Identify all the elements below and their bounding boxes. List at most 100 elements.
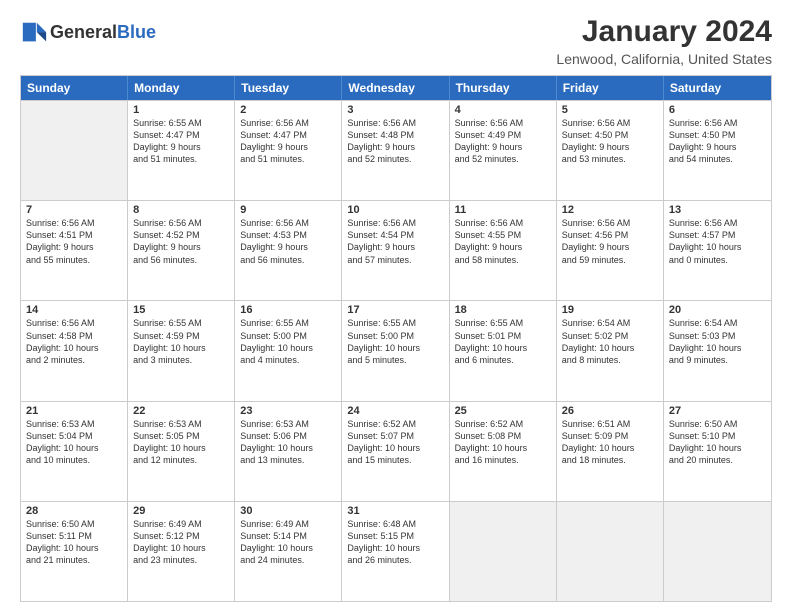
cell-line: and 24 minutes. — [240, 554, 336, 566]
cell-line: and 20 minutes. — [669, 454, 766, 466]
cell-line: Daylight: 10 hours — [240, 542, 336, 554]
cell-line: Sunrise: 6:56 AM — [562, 117, 658, 129]
day-number: 13 — [669, 204, 766, 216]
cell-line: Sunset: 4:50 PM — [562, 129, 658, 141]
cell-line: Sunset: 5:11 PM — [26, 530, 122, 542]
calendar-cell-28: 28Sunrise: 6:50 AMSunset: 5:11 PMDayligh… — [21, 502, 128, 601]
calendar-row-5: 28Sunrise: 6:50 AMSunset: 5:11 PM Dayligh… — [21, 501, 771, 601]
calendar-cell-16: 16Sunrise: 6:55 AMSunset: 5:00 PMDayligh… — [235, 301, 342, 400]
cell-line: Daylight: 10 hours — [347, 542, 443, 554]
cell-line: Sunrise: 6:51 AM — [562, 418, 658, 430]
cell-line: Sunrise: 6:56 AM — [240, 117, 336, 129]
logo-icon — [20, 19, 48, 47]
calendar-cell-26: 26Sunrise: 6:51 AMSunset: 5:09 PMDayligh… — [557, 402, 664, 501]
cell-line: and 3 minutes. — [133, 354, 229, 366]
cell-line: and 21 minutes. — [26, 554, 122, 566]
cell-line: Sunset: 5:03 PM — [669, 330, 766, 342]
day-number: 2 — [240, 104, 336, 116]
cell-line: Sunrise: 6:56 AM — [669, 217, 766, 229]
cell-line: Sunrise: 6:53 AM — [133, 418, 229, 430]
calendar-row-1: 1Sunrise: 6:55 AMSunset: 4:47 PMDaylight… — [21, 100, 771, 200]
calendar-cell-10: 10Sunrise: 6:56 AMSunset: 4:54 PMDayligh… — [342, 201, 449, 300]
day-number: 22 — [133, 405, 229, 417]
calendar-cell-empty — [664, 502, 771, 601]
cell-line: and 54 minutes. — [669, 153, 766, 165]
cell-line: Sunset: 4:56 PM — [562, 229, 658, 241]
cell-line: and 56 minutes. — [133, 254, 229, 266]
cell-line: Daylight: 10 hours — [669, 442, 766, 454]
cell-line: Sunset: 4:55 PM — [455, 229, 551, 241]
day-number: 7 — [26, 204, 122, 216]
cell-line: Daylight: 9 hours — [562, 241, 658, 253]
calendar-cell-8: 8Sunrise: 6:56 AMSunset: 4:52 PMDaylight… — [128, 201, 235, 300]
day-number: 4 — [455, 104, 551, 116]
cell-line: Daylight: 9 hours — [347, 141, 443, 153]
cell-line: Sunrise: 6:52 AM — [455, 418, 551, 430]
cell-line: Sunrise: 6:55 AM — [455, 317, 551, 329]
cell-line: Sunrise: 6:56 AM — [562, 217, 658, 229]
cell-line: Daylight: 10 hours — [133, 542, 229, 554]
cell-line: Sunrise: 6:56 AM — [347, 117, 443, 129]
calendar-header-row: SundayMondayTuesdayWednesdayThursdayFrid… — [21, 76, 771, 100]
day-number: 23 — [240, 405, 336, 417]
cell-line: Daylight: 10 hours — [455, 342, 551, 354]
calendar-cell-4: 4Sunrise: 6:56 AMSunset: 4:49 PMDaylight… — [450, 101, 557, 200]
cell-line: Sunset: 4:57 PM — [669, 229, 766, 241]
cell-line: Daylight: 9 hours — [26, 241, 122, 253]
cell-line: Sunrise: 6:56 AM — [133, 217, 229, 229]
cell-line: Sunset: 5:02 PM — [562, 330, 658, 342]
day-number: 11 — [455, 204, 551, 216]
calendar-cell-empty — [450, 502, 557, 601]
cell-line: Sunset: 4:48 PM — [347, 129, 443, 141]
cell-line: Sunrise: 6:56 AM — [455, 117, 551, 129]
cell-line: Daylight: 9 hours — [133, 241, 229, 253]
calendar-row-4: 21Sunrise: 6:53 AMSunset: 5:04 PMDayligh… — [21, 401, 771, 501]
cell-line: Sunset: 5:00 PM — [240, 330, 336, 342]
cell-line: Daylight: 10 hours — [669, 342, 766, 354]
day-number: 27 — [669, 405, 766, 417]
calendar-cell-29: 29Sunrise: 6:49 AMSunset: 5:12 PMDayligh… — [128, 502, 235, 601]
cell-line: Sunset: 4:47 PM — [240, 129, 336, 141]
day-number: 5 — [562, 104, 658, 116]
cell-line: Sunrise: 6:50 AM — [669, 418, 766, 430]
calendar-cell-19: 19Sunrise: 6:54 AMSunset: 5:02 PMDayligh… — [557, 301, 664, 400]
day-number: 26 — [562, 405, 658, 417]
cell-line: and 58 minutes. — [455, 254, 551, 266]
day-number: 9 — [240, 204, 336, 216]
day-number: 6 — [669, 104, 766, 116]
cell-line: Sunrise: 6:53 AM — [26, 418, 122, 430]
cell-line: Sunrise: 6:50 AM — [26, 518, 122, 530]
day-number: 28 — [26, 505, 122, 517]
calendar-row-2: 7Sunrise: 6:56 AMSunset: 4:51 PMDaylight… — [21, 200, 771, 300]
cell-line: and 52 minutes. — [347, 153, 443, 165]
cell-line: Sunset: 4:47 PM — [133, 129, 229, 141]
calendar-cell-3: 3Sunrise: 6:56 AMSunset: 4:48 PMDaylight… — [342, 101, 449, 200]
cell-line: and 6 minutes. — [455, 354, 551, 366]
col-header-tuesday: Tuesday — [235, 76, 342, 100]
day-number: 1 — [133, 104, 229, 116]
cell-line: and 2 minutes. — [26, 354, 122, 366]
page: GeneralBlue January 2024 Lenwood, Califo… — [0, 0, 792, 612]
col-header-thursday: Thursday — [450, 76, 557, 100]
cell-line: Sunrise: 6:53 AM — [240, 418, 336, 430]
cell-line: Daylight: 9 hours — [240, 141, 336, 153]
cell-line: Sunrise: 6:49 AM — [133, 518, 229, 530]
calendar-cell-empty — [21, 101, 128, 200]
calendar-cell-21: 21Sunrise: 6:53 AMSunset: 5:04 PMDayligh… — [21, 402, 128, 501]
cell-line: Sunrise: 6:48 AM — [347, 518, 443, 530]
cell-line: Daylight: 9 hours — [669, 141, 766, 153]
col-header-friday: Friday — [557, 76, 664, 100]
cell-line: Sunrise: 6:56 AM — [26, 317, 122, 329]
calendar-cell-1: 1Sunrise: 6:55 AMSunset: 4:47 PMDaylight… — [128, 101, 235, 200]
cell-line: Sunrise: 6:56 AM — [26, 217, 122, 229]
cell-line: Daylight: 9 hours — [347, 241, 443, 253]
calendar-cell-14: 14Sunrise: 6:56 AMSunset: 4:58 PMDayligh… — [21, 301, 128, 400]
cell-line: and 51 minutes. — [133, 153, 229, 165]
cell-line: Sunrise: 6:55 AM — [347, 317, 443, 329]
calendar-cell-12: 12Sunrise: 6:56 AMSunset: 4:56 PMDayligh… — [557, 201, 664, 300]
cell-line: and 57 minutes. — [347, 254, 443, 266]
day-number: 14 — [26, 304, 122, 316]
cell-line: Sunset: 5:12 PM — [133, 530, 229, 542]
cell-line: and 51 minutes. — [240, 153, 336, 165]
cell-line: Daylight: 10 hours — [26, 342, 122, 354]
